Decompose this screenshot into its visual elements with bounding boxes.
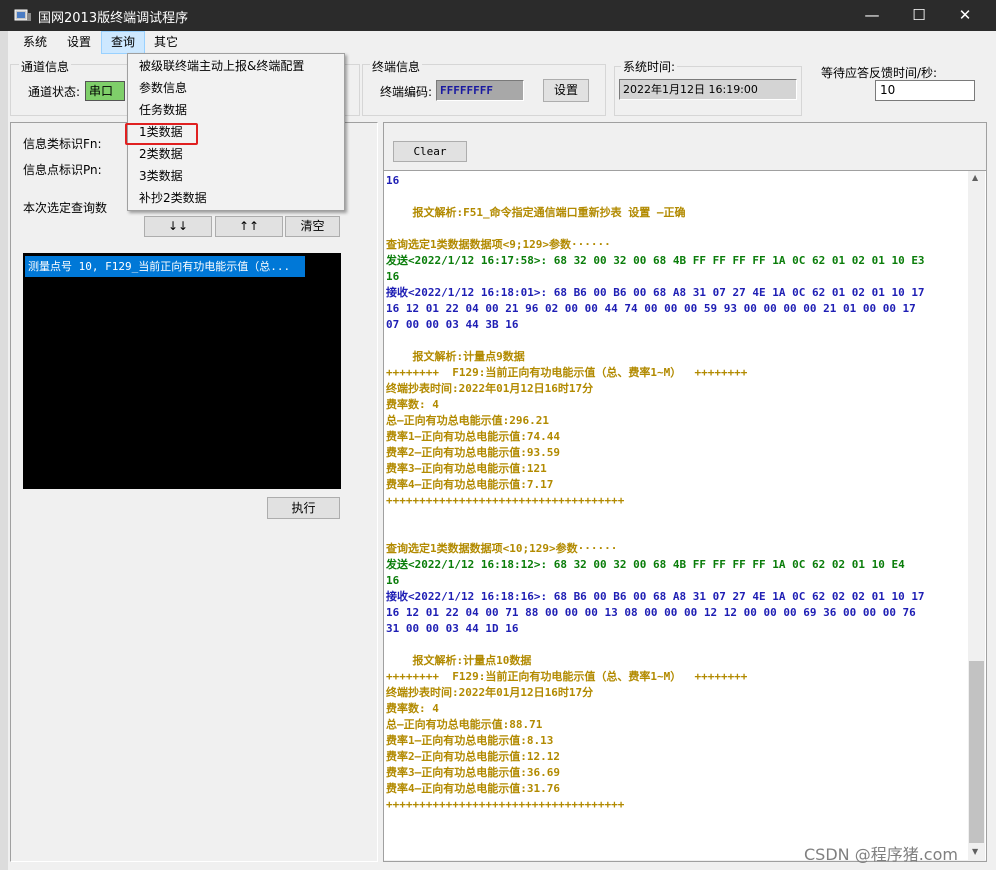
window-title: 国网2013版终端调试程序 (38, 11, 189, 26)
log-line: 发送<2022/1/12 16:18:12>: 68 32 00 32 00 6… (386, 558, 905, 571)
log-line: ++++++++ F129:当前正向有功电能示值（总、费率1~M） ++++++… (386, 670, 748, 683)
system-time-field: 2022年1月12日 16:19:00 (619, 79, 797, 100)
menu-other[interactable]: 其它 (150, 31, 182, 54)
list-item[interactable]: 测量点号 10, F129_当前正向有功电能示值（总... (25, 256, 305, 277)
title-bar: 国网2013版终端调试程序 — ☐ ✕ (0, 0, 996, 31)
channel-status-label: 通道状态: (28, 85, 81, 99)
watermark: CSDN @程序猪.com (804, 845, 958, 864)
log-line: 报文解析:F51_命令指定通信端口重新抄表 设置 —正确 (386, 206, 686, 219)
system-time-label: 系统时间: (621, 58, 678, 75)
menu-system[interactable]: 系统 (19, 31, 51, 54)
close-button[interactable]: ✕ (942, 0, 988, 31)
clear-selection-button[interactable]: 清空 (285, 216, 340, 237)
log-line: ++++++++++++++++++++++++++++++++++++ (386, 494, 625, 507)
move-up-button[interactable]: ↑↑ (215, 216, 283, 237)
execute-button[interactable]: 执行 (267, 497, 340, 519)
log-lines: 16 报文解析:F51_命令指定通信端口重新抄表 设置 —正确 查询选定1类数据数… (386, 173, 966, 813)
log-line: ++++++++ F129:当前正向有功电能示值（总、费率1~M） ++++++… (386, 366, 748, 379)
channel-status-indicator: 串口 (85, 81, 125, 101)
log-line: 查询选定1类数据数据项<9;129>参数······ (386, 238, 611, 251)
move-down-button[interactable]: ↓↓ (144, 216, 212, 237)
log-line: 发送<2022/1/12 16:17:58>: 68 32 00 32 00 6… (386, 254, 925, 267)
log-line: 终端抄表时间:2022年01月12日16时17分 (386, 382, 594, 395)
menu-item-class2-data[interactable]: 2类数据 (139, 144, 183, 164)
terminal-code-field[interactable]: FFFFFFFF (436, 80, 524, 101)
fn-label: 信息类标识Fn: (23, 137, 102, 151)
menu-settings[interactable]: 设置 (63, 31, 95, 54)
scrollbar-thumb[interactable] (969, 661, 984, 843)
log-scrollbar[interactable]: ▲ ▼ (968, 171, 985, 860)
log-line: 07 00 00 03 44 3B 16 (386, 318, 519, 331)
menu-item-cascade-report[interactable]: 被级联终端主动上报&终端配置 (139, 56, 304, 76)
menu-item-recapture-class2[interactable]: 补抄2类数据 (139, 188, 207, 208)
log-line: 终端抄表时间:2022年01月12日16时17分 (386, 686, 594, 699)
log-line: 总—正向有功总电能示值:296.21 (386, 414, 549, 427)
channel-group-label: 通道信息 (19, 58, 72, 75)
log-line: 费率3—正向有功总电能示值:121 (386, 462, 547, 475)
channel-status-value: 串口 (89, 84, 114, 98)
menu-query[interactable]: 查询 (101, 31, 145, 54)
log-line: 报文解析:计量点9数据 (386, 350, 525, 363)
log-line: 费率2—正向有功总电能示值:93.59 (386, 446, 560, 459)
log-line: 16 (386, 574, 400, 587)
menu-item-task-data[interactable]: 任务数据 (139, 100, 187, 120)
log-line: 总—正向有功总电能示值:88.71 (386, 718, 543, 731)
log-line: 费率4—正向有功总电能示值:31.76 (386, 782, 560, 795)
scroll-down-arrow-icon[interactable]: ▼ (972, 847, 978, 856)
log-line: 31 00 00 03 44 1D 16 (386, 622, 519, 635)
log-line: 费率2—正向有功总电能示值:12.12 (386, 750, 560, 763)
log-clear-button[interactable]: Clear (393, 141, 467, 162)
maximize-button[interactable]: ☐ (896, 0, 942, 31)
log-line: 16 (386, 270, 400, 283)
menu-item-class3-data[interactable]: 3类数据 (139, 166, 183, 186)
app-icon (14, 9, 31, 21)
minimize-button[interactable]: — (849, 0, 895, 31)
log-line: 查询选定1类数据数据项<10;129>参数······ (386, 542, 618, 555)
log-line: ++++++++++++++++++++++++++++++++++++ (386, 798, 625, 811)
terminal-group-label: 终端信息 (370, 58, 423, 75)
left-edge-strip (0, 31, 8, 870)
log-line: 16 12 01 22 04 00 71 88 00 00 00 13 08 0… (386, 606, 916, 619)
selected-items-list[interactable]: 测量点号 10, F129_当前正向有功电能示值（总... (23, 253, 341, 489)
terminal-code-label: 终端编码: (380, 85, 433, 99)
wait-time-label: 等待应答反馈时间/秒: (821, 66, 938, 80)
highlight-box (125, 123, 198, 145)
menu-item-param-info[interactable]: 参数信息 (139, 78, 187, 98)
log-line: 费率1—正向有功总电能示值:74.44 (386, 430, 560, 443)
selected-items-label: 本次选定查询数 (23, 201, 108, 215)
log-textbox[interactable]: 16 报文解析:F51_命令指定通信端口重新抄表 设置 —正确 查询选定1类数据数… (384, 170, 986, 860)
log-line: 接收<2022/1/12 16:18:01>: 68 B6 00 B6 00 6… (386, 286, 925, 299)
log-line: 费率4—正向有功总电能示值:7.17 (386, 478, 554, 491)
log-line: 费率1—正向有功总电能示值:8.13 (386, 734, 554, 747)
pn-label: 信息点标识Pn: (23, 163, 102, 177)
log-line: 16 (386, 174, 400, 187)
log-line: 费率数: 4 (386, 702, 439, 715)
log-line: 接收<2022/1/12 16:18:16>: 68 B6 00 B6 00 6… (386, 590, 925, 603)
log-line: 16 12 01 22 04 00 21 96 02 00 00 44 74 0… (386, 302, 916, 315)
log-line: 报文解析:计量点10数据 (386, 654, 532, 667)
wait-time-input[interactable]: 10 (875, 80, 975, 101)
log-line: 费率3—正向有功总电能示值:36.69 (386, 766, 560, 779)
terminal-set-button[interactable]: 设置 (543, 79, 589, 102)
log-line: 费率数: 4 (386, 398, 439, 411)
scroll-up-arrow-icon[interactable]: ▲ (972, 173, 978, 182)
